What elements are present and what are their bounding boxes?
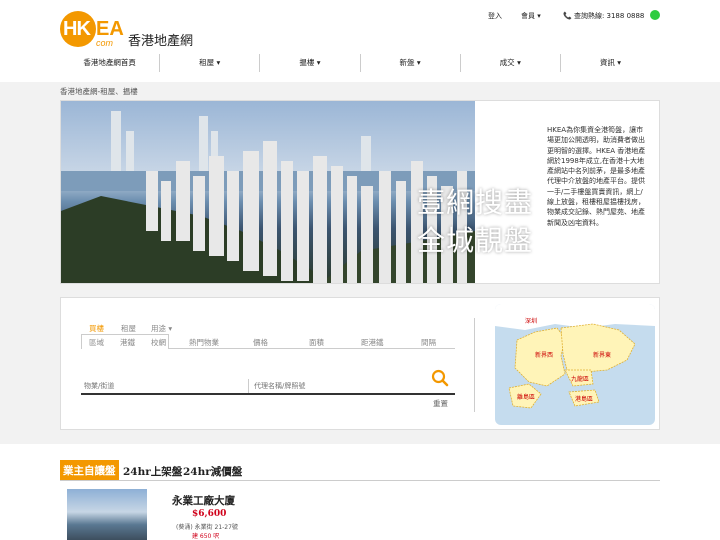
map-label-islands[interactable]: 離島區 [517,392,535,401]
map-label-nt-east[interactable]: 新界東 [593,350,611,359]
filter-distance-mtr[interactable]: 距港鐵 [361,337,384,348]
hero-slogan-line2: 全城靚盤 [417,224,534,257]
member-menu[interactable]: 會員 ▾ [521,11,541,21]
tab-owner-listings[interactable]: 業主自讓盤 [60,460,119,481]
whatsapp-icon[interactable] [650,10,660,20]
nav-new[interactable]: 新盤 ▾ [361,54,461,72]
search-panel: 買樓 租屋 用途 ▾ 區域 港鐵 校網 熱門物業 價格 面積 距港鐵 間隔 重置… [60,297,660,430]
login-link[interactable]: 登入 [488,11,502,21]
nav-home[interactable]: 香港地產網首頁 [60,54,161,72]
filter-price[interactable]: 價格 [253,337,268,348]
logo-hk: HK [63,18,91,40]
map-label-shenzhen[interactable]: 深圳 [525,316,537,325]
main-nav: 香港地產網首頁 租屋 ▾ 揾樓 ▾ 新盤 ▾ 成交 ▾ 資訊 ▾ [60,54,660,72]
hero-banner: 壹網搜盡 全城靚盤 HKEA為你集資全港筍盤，讓市場更加公開透明，助消費者做出更… [60,100,660,284]
filter-area[interactable]: 面積 [309,337,324,348]
reset-button[interactable]: 重置 [433,398,448,409]
tab-24hr-reduced[interactable]: 24hr減價盤 [183,464,242,479]
hero-description: HKEA為你集資全港筍盤，讓市場更加公開透明，助消費者做出更明智的選擇。HKEA… [547,126,646,227]
listing-address: (葵涌) 永業街 21-27號 [176,524,238,531]
top-header: HK EA com 香港地產網 登入 會員 ▾ 📞 查詢熱線: 3188 088… [0,0,720,82]
search-icon[interactable] [431,369,449,387]
filter-mtr[interactable]: 港鐵 [120,337,135,348]
map-label-hk-island[interactable]: 港島區 [575,394,593,403]
map-graphic [495,304,655,409]
filter-district[interactable]: 區域 [89,337,104,348]
filter-hot-property[interactable]: 熱門物業 [189,337,219,348]
breadcrumb: 香港地產網-租屋、揾樓 [60,87,138,96]
map-label-kowloon[interactable]: 九龍區 [571,374,589,383]
tab-rent[interactable]: 租屋 [121,323,136,334]
site-name: 香港地產網 [128,34,194,49]
listing-area: 建 650 呎 [192,533,220,540]
skyline-graphic [61,111,475,283]
listing-thumbnail[interactable] [67,489,147,540]
tab-buy[interactable]: 買樓 [89,323,104,334]
hero-slogan-line1: 壹網搜盡 [417,186,534,219]
map-label-nt-west[interactable]: 新界西 [535,350,553,359]
agent-license-input[interactable] [251,379,411,393]
filter-school-net[interactable]: 校網 [151,337,166,348]
nav-rent[interactable]: 租屋 ▾ [160,54,261,72]
search-underline [81,393,455,395]
nav-buy[interactable]: 揾樓 ▾ [260,54,361,72]
logo-com: com [96,38,114,48]
tab-usage[interactable]: 用途 ▾ [151,323,172,334]
filter-tabs: 區域 港鐵 校網 熱門物業 價格 面積 距港鐵 間隔 [81,334,455,349]
filter-layout[interactable]: 間隔 [421,337,436,348]
listing-price: $6,600 [192,509,227,519]
nav-info[interactable]: 資訊 ▾ [561,54,660,72]
nav-transactions[interactable]: 成交 ▾ [461,54,561,72]
property-street-input[interactable] [81,379,249,393]
hkea-logo[interactable]: HK EA com [60,11,124,48]
panel-divider [474,318,475,412]
listings-section: 業主自讓盤 24hr上架盤 24hr減價盤 永業工廠大廈 $6,600 (葵涌)… [0,444,720,540]
listing-title[interactable]: 永業工廠大廈 [172,493,235,508]
hk-district-map[interactable]: 深圳 新界西 新界東 九龍區 離島區 港島區 [495,304,655,425]
tab-24hr-new[interactable]: 24hr上架盤 [123,464,182,479]
phone-hotline: 📞 查詢熱線: 3188 0888 [563,12,645,20]
tabs-underline [60,480,660,481]
city-skyline-image [61,101,475,283]
